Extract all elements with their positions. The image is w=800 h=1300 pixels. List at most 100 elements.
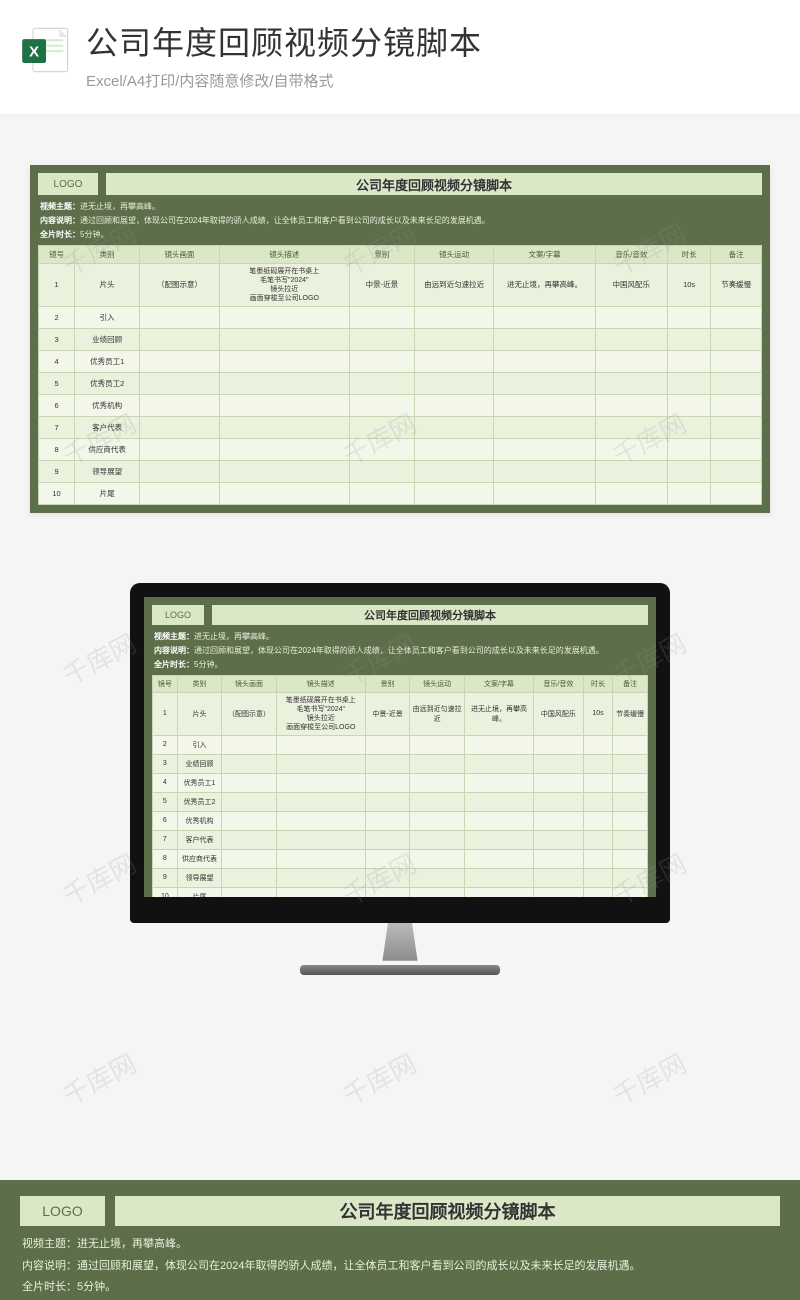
cell-shot [349, 438, 414, 460]
cell-note [711, 394, 762, 416]
table-row: 7客户代表 [39, 416, 762, 438]
cell-duration: 10s [667, 263, 710, 306]
cell-music [534, 792, 584, 811]
cell-no: 9 [39, 460, 75, 482]
table-header: 镜头描述 [219, 245, 349, 263]
table-header: 景别 [365, 675, 410, 692]
cell-no: 7 [153, 830, 178, 849]
cell-no: 6 [153, 811, 178, 830]
cell-shot [365, 830, 410, 849]
table-header: 镜号 [39, 245, 75, 263]
cell-music [534, 735, 584, 754]
table-row: 2引入 [39, 306, 762, 328]
meta-duration: 全片时长：5分钟。 [22, 1279, 778, 1296]
page-title: 公司年度回顾视频分镜脚本 [86, 18, 780, 64]
cell-no: 9 [153, 868, 178, 887]
cell-subtitle [494, 482, 595, 504]
cell-picture [140, 438, 220, 460]
cell-no: 6 [39, 394, 75, 416]
cell-category: 领导展望 [75, 460, 140, 482]
cell-music [534, 868, 584, 887]
cell-category: 引入 [75, 306, 140, 328]
cell-motion: 由远到近匀速拉近 [414, 263, 494, 306]
cell-note [711, 482, 762, 504]
cell-subtitle [494, 350, 595, 372]
cell-duration [667, 460, 710, 482]
cell-note [711, 372, 762, 394]
cell-description [219, 350, 349, 372]
cell-subtitle [464, 887, 533, 897]
cell-shot [365, 811, 410, 830]
cell-duration [583, 773, 613, 792]
cell-shot [365, 849, 410, 868]
cell-subtitle [494, 460, 595, 482]
cell-picture [222, 811, 276, 830]
storyboard-table: 镜号类别镜头画面镜头描述景别镜头运动文案/字幕音乐/音效时长备注1片头（配图示意… [152, 675, 648, 897]
cell-shot [349, 460, 414, 482]
cell-category: 引入 [177, 735, 222, 754]
cell-music [534, 830, 584, 849]
cell-duration [583, 792, 613, 811]
table-header: 类别 [177, 675, 222, 692]
cell-duration [583, 849, 613, 868]
cell-picture [222, 849, 276, 868]
cell-note [613, 735, 648, 754]
cell-description: 笔墨纸砚展开在书桌上毛笔书写"2024"镜头拉近画面穿梭至公司LOGO [276, 692, 365, 735]
cell-picture [222, 735, 276, 754]
logo-box: LOGO [152, 605, 204, 625]
cell-duration [667, 350, 710, 372]
cell-motion [414, 482, 494, 504]
table-row: 1片头（配图示意）笔墨纸砚展开在书桌上毛笔书写"2024"镜头拉近画面穿梭至公司… [153, 692, 648, 735]
cell-picture [140, 416, 220, 438]
cell-picture [140, 460, 220, 482]
cell-duration [667, 482, 710, 504]
doc-title: 公司年度回顾视频分镜脚本 [115, 1196, 780, 1226]
cell-subtitle [464, 792, 533, 811]
cell-category: 业绩回顾 [177, 754, 222, 773]
cell-category: 优秀员工1 [177, 773, 222, 792]
cell-category: 优秀机构 [75, 394, 140, 416]
cell-category: 供应商代表 [75, 438, 140, 460]
cell-duration [667, 416, 710, 438]
cell-shot [349, 306, 414, 328]
cell-shot: 中景-近景 [365, 692, 410, 735]
page-subtitle: Excel/A4打印/内容随意修改/自带格式 [86, 70, 780, 91]
meta-content: 内容说明：通过回顾和展望，体现公司在2024年取得的骄人成绩，让全体员工和客户看… [154, 645, 646, 656]
cell-picture [140, 328, 220, 350]
cell-no: 10 [39, 482, 75, 504]
cell-motion [414, 438, 494, 460]
cell-description [276, 868, 365, 887]
cell-duration [583, 811, 613, 830]
table-header: 类别 [75, 245, 140, 263]
cell-category: 领导展望 [177, 868, 222, 887]
cell-music [595, 350, 667, 372]
cell-category: 客户代表 [177, 830, 222, 849]
cell-category: 片头 [177, 692, 222, 735]
table-row: 4优秀员工1 [39, 350, 762, 372]
cell-subtitle [464, 773, 533, 792]
cell-subtitle [464, 754, 533, 773]
cell-description [276, 792, 365, 811]
cell-note [613, 811, 648, 830]
cell-picture [140, 482, 220, 504]
cell-note [613, 887, 648, 897]
cell-no: 7 [39, 416, 75, 438]
cell-no: 3 [153, 754, 178, 773]
cell-no: 4 [39, 350, 75, 372]
cell-motion [410, 735, 464, 754]
cell-duration [583, 830, 613, 849]
cell-duration [667, 306, 710, 328]
cell-motion [410, 811, 464, 830]
table-row: 3业绩回顾 [153, 754, 648, 773]
cell-no: 10 [153, 887, 178, 897]
cell-motion [414, 394, 494, 416]
cell-music [534, 887, 584, 897]
cell-note [613, 868, 648, 887]
table-header: 镜号 [153, 675, 178, 692]
cell-description [276, 830, 365, 849]
cell-subtitle [494, 394, 595, 416]
cell-motion [414, 328, 494, 350]
cell-description [219, 482, 349, 504]
cell-duration: 10s [583, 692, 613, 735]
cell-category: 片尾 [177, 887, 222, 897]
